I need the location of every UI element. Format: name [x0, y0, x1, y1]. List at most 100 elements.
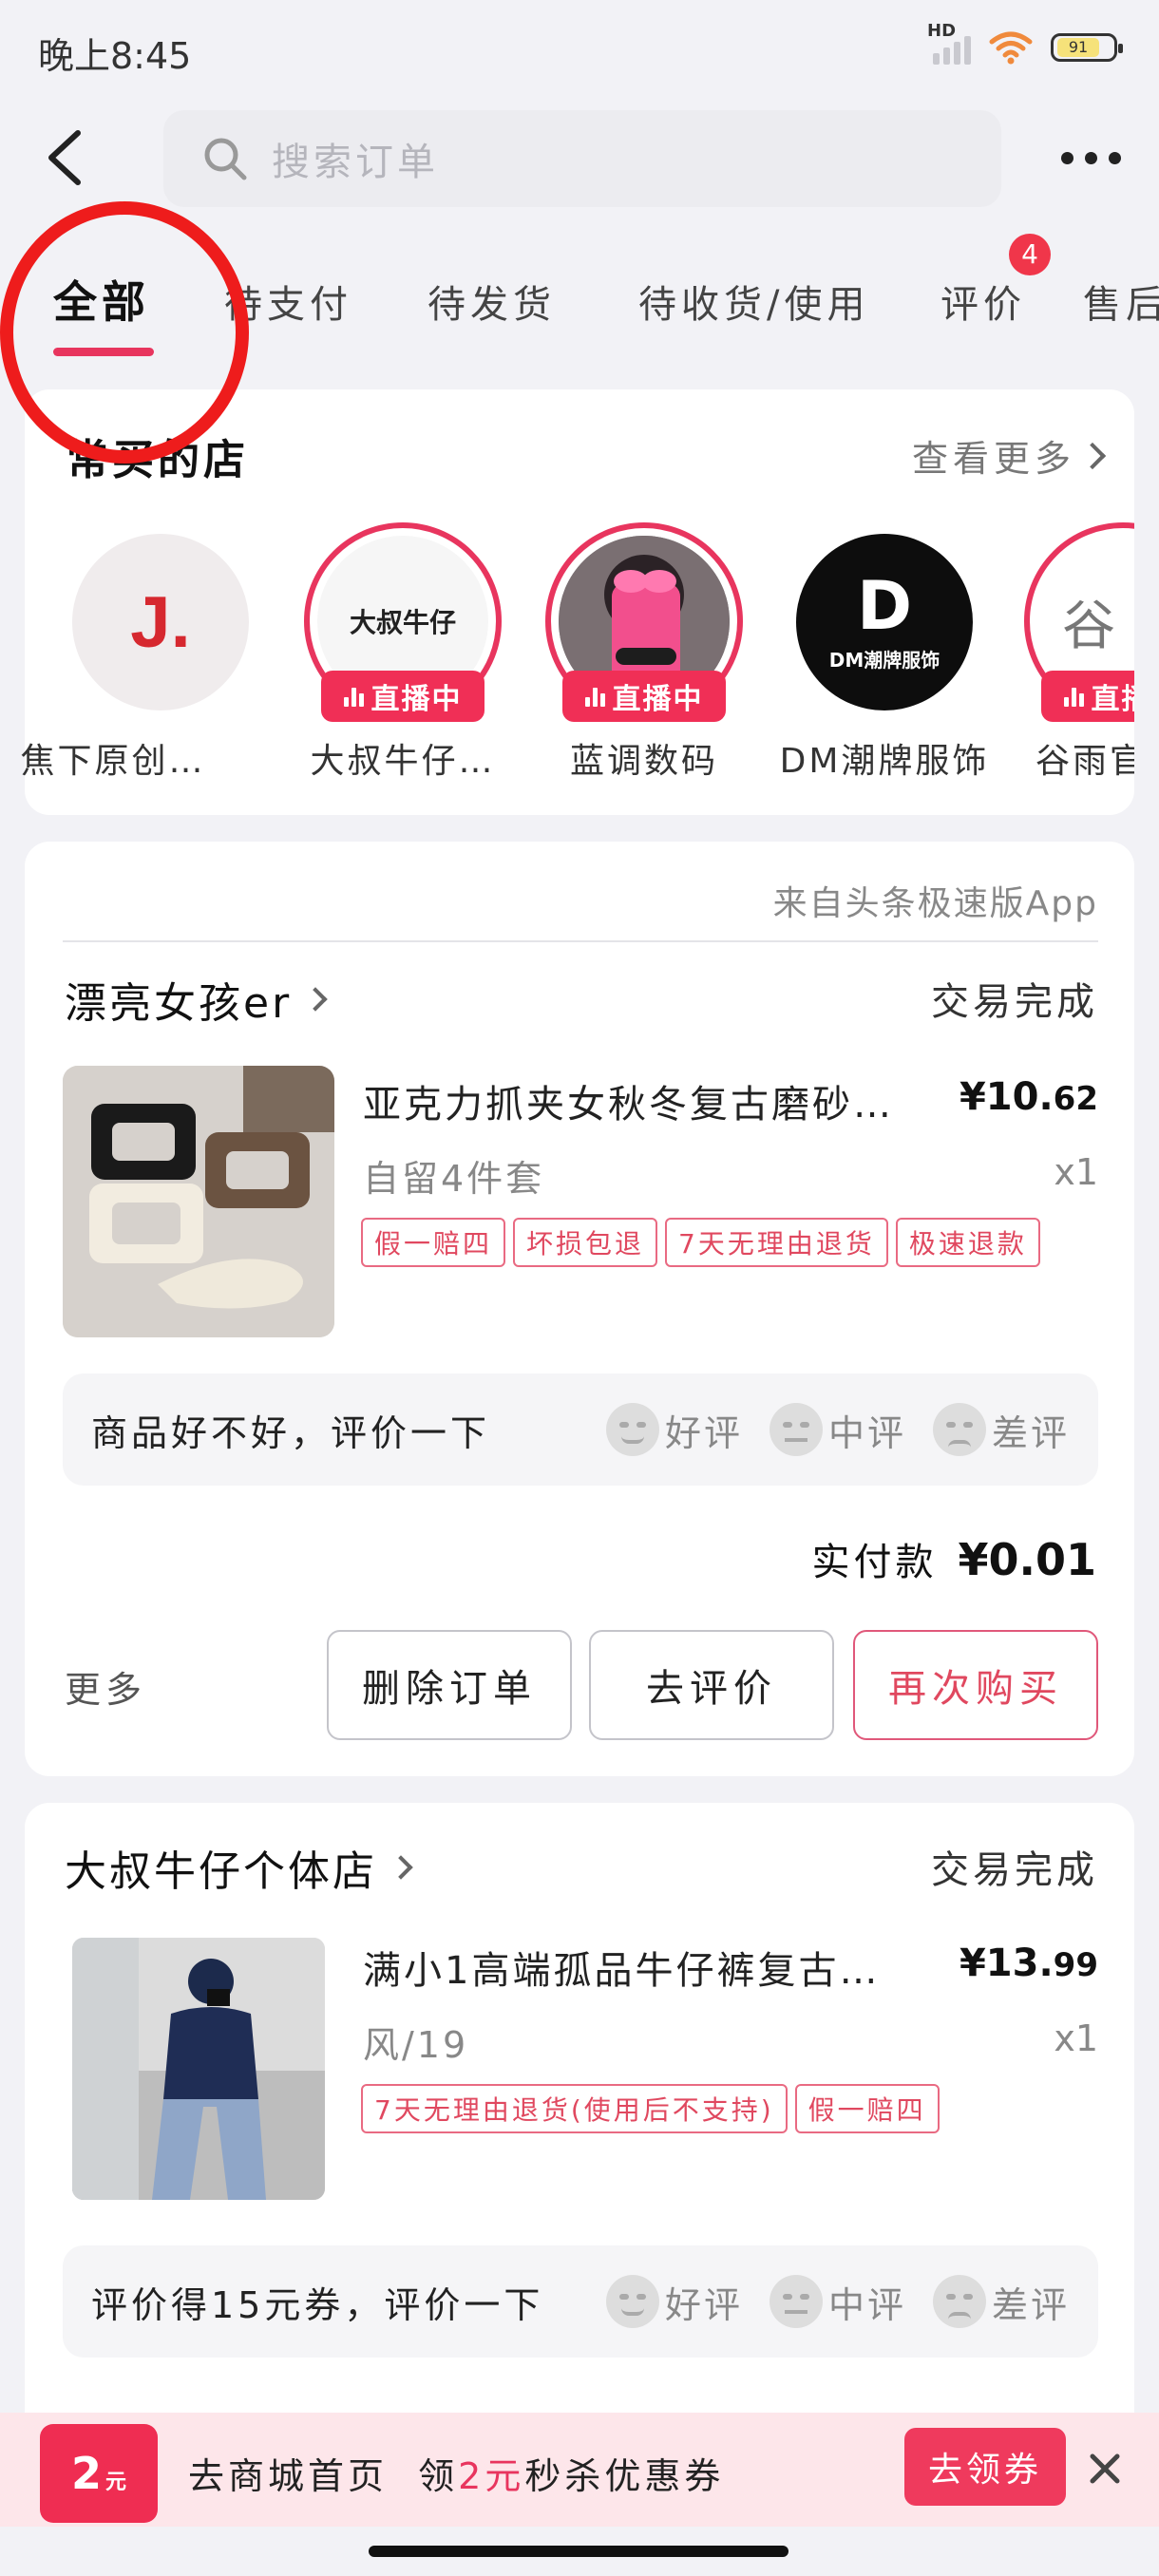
home-indicator[interactable]: [369, 2546, 788, 2557]
live-label: 直播中: [1091, 683, 1135, 716]
review-button[interactable]: 去评价: [589, 1630, 834, 1740]
tab-review[interactable]: 评价: [940, 274, 1026, 329]
paid-amount: ¥0.01: [958, 1534, 1096, 1585]
frequent-shops-card: 常买的店 查看更多 J. 焦下原创… 大叔牛仔 直播中 大叔牛仔… 直播中 蓝调…: [20, 389, 1134, 815]
live-badge-clip: 直播中: [1041, 671, 1134, 722]
live-label: 直播中: [612, 683, 704, 716]
battery-level: 91: [1057, 38, 1099, 57]
shop-item-4[interactable]: D DM潮牌服饰: [796, 534, 973, 710]
review-label: 差评: [991, 1411, 1070, 1454]
product-title[interactable]: 满小1高端孤品牛仔裤复古…: [363, 1940, 961, 1995]
shop-name: DM潮牌服饰: [779, 742, 990, 781]
shop-logo-text: J.: [130, 581, 191, 663]
neutral-face-icon: [769, 1403, 823, 1456]
live-bars-icon: [343, 686, 364, 707]
shop-name: 谷雨官…: [1036, 742, 1134, 781]
paid-amount-row: 实付款 ¥0.01: [811, 1531, 1096, 1586]
product-qty: x1: [1054, 2017, 1098, 2059]
claim-coupon-button[interactable]: 去领券: [904, 2428, 1066, 2506]
see-more-label: 查看更多: [911, 438, 1075, 480]
good-review-option[interactable]: 好评: [605, 1403, 743, 1456]
rebuy-button[interactable]: 再次购买: [853, 1630, 1098, 1740]
shop-name-clip: 谷雨官…: [1036, 733, 1134, 783]
order-card-1: 来自头条极速版App 漂亮女孩er 交易完成 亚克力抓夹女秋冬复古磨砂… ¥10…: [25, 842, 1134, 1776]
delete-order-button[interactable]: 删除订单: [327, 1630, 572, 1740]
search-placeholder: 搜索订单: [272, 141, 439, 184]
order-status: 交易完成: [931, 1848, 1098, 1892]
service-tag: 7天无理由退货(使用后不支持): [361, 2084, 788, 2133]
live-badge: 直播中: [1041, 671, 1134, 722]
service-tags: 假一赔四 坏损包退 7天无理由退货 极速退款: [361, 1218, 1040, 1267]
price-decimal: 62: [1053, 1080, 1098, 1118]
product-image[interactable]: [63, 1066, 334, 1337]
shop-logo-text: DM潮牌服饰: [828, 648, 940, 672]
shop-name: 焦下原创…: [20, 742, 206, 781]
search-icon: [204, 138, 247, 180]
hair-clip-photo: [63, 1066, 334, 1337]
shop-name: 蓝调数码: [569, 742, 718, 781]
service-tag: 7天无理由退货: [665, 1218, 888, 1267]
back-icon[interactable]: [44, 129, 87, 186]
shop-logo: D DM潮牌服饰: [796, 534, 973, 710]
signal-icon: HD: [927, 21, 971, 65]
review-prompt-bar: 评价得15元券，评价一下 好评 中评 差评: [63, 2245, 1098, 2358]
service-tag: 假一赔四: [361, 1218, 506, 1267]
tab-pending-receipt[interactable]: 待收货/使用: [638, 274, 869, 329]
neutral-face-icon: [769, 2275, 823, 2328]
shop-item-1[interactable]: J.: [72, 534, 249, 710]
product-spec: 自留4件套: [363, 1158, 545, 1200]
review-label: 好评: [664, 2283, 743, 2326]
see-more-link[interactable]: 查看更多: [911, 429, 1107, 482]
more-menu-icon[interactable]: [1061, 152, 1121, 164]
review-label: 差评: [991, 2283, 1070, 2326]
price-main: ¥10.: [959, 1075, 1054, 1119]
store-link[interactable]: 漂亮女孩er: [65, 969, 328, 1030]
status-time: 晚上8:45: [38, 35, 192, 77]
banner-text: 去商城首页 领2元秒杀优惠券: [188, 2447, 724, 2499]
search-input[interactable]: 搜索订单: [163, 110, 1001, 207]
service-tag: 极速退款: [895, 1218, 1040, 1267]
price-decimal: 99: [1053, 1946, 1098, 1984]
product-title[interactable]: 亚克力抓夹女秋冬复古磨砂…: [363, 1073, 961, 1128]
divider: [63, 940, 1098, 942]
review-label: 好评: [664, 1411, 743, 1454]
tab-after-sales[interactable]: 售后: [1083, 274, 1159, 329]
banner-text-post: 秒杀优惠券: [524, 2455, 725, 2497]
tab-pending-shipment[interactable]: 待发货: [428, 274, 556, 329]
store-name: 漂亮女孩er: [65, 979, 293, 1028]
product-price: ¥10.62: [960, 1075, 1098, 1119]
more-actions-link[interactable]: 更多: [65, 1660, 146, 1713]
service-tag: 坏损包退: [513, 1218, 658, 1267]
hd-label: HD: [927, 21, 957, 41]
bad-review-option[interactable]: 差评: [932, 1403, 1070, 1456]
shop-name: 大叔牛仔…: [310, 742, 496, 781]
chevron-right-icon: [303, 987, 328, 1012]
price-main: ¥13.: [959, 1941, 1054, 1985]
banner-text-highlight: 2元: [458, 2455, 525, 2497]
review-prompt: 评价得15元券，评价一下: [91, 2283, 544, 2326]
sad-face-icon: [932, 1403, 986, 1456]
paid-label: 实付款: [811, 1541, 938, 1584]
close-icon[interactable]: [1089, 2453, 1121, 2485]
service-tag: 假一赔四: [794, 2084, 940, 2133]
coupon-unit: 元: [105, 2471, 127, 2494]
status-icons: HD 91: [927, 21, 1123, 65]
neutral-review-option[interactable]: 中评: [769, 2275, 906, 2328]
neutral-review-option[interactable]: 中评: [769, 1403, 906, 1456]
banner-text-pre: 去商城首页 领: [188, 2455, 459, 2497]
product-image[interactable]: [72, 1938, 325, 2200]
bad-review-option[interactable]: 差评: [932, 2275, 1070, 2328]
live-label: 直播中: [370, 683, 463, 716]
happy-face-icon: [605, 1403, 659, 1456]
sad-face-icon: [932, 2275, 986, 2328]
live-bars-icon: [584, 686, 605, 707]
product-qty: x1: [1054, 1151, 1098, 1193]
order-source: 来自头条极速版App: [772, 884, 1098, 923]
store-link[interactable]: 大叔牛仔个体店: [65, 1837, 413, 1898]
review-label: 中评: [827, 1411, 906, 1454]
review-prompt-bar: 商品好不好，评价一下 好评 中评 差评: [63, 1373, 1098, 1486]
product-spec: 风/19: [363, 2024, 469, 2066]
good-review-option[interactable]: 好评: [605, 2275, 743, 2328]
review-label: 中评: [827, 2283, 906, 2326]
product-price: ¥13.99: [960, 1941, 1098, 1985]
